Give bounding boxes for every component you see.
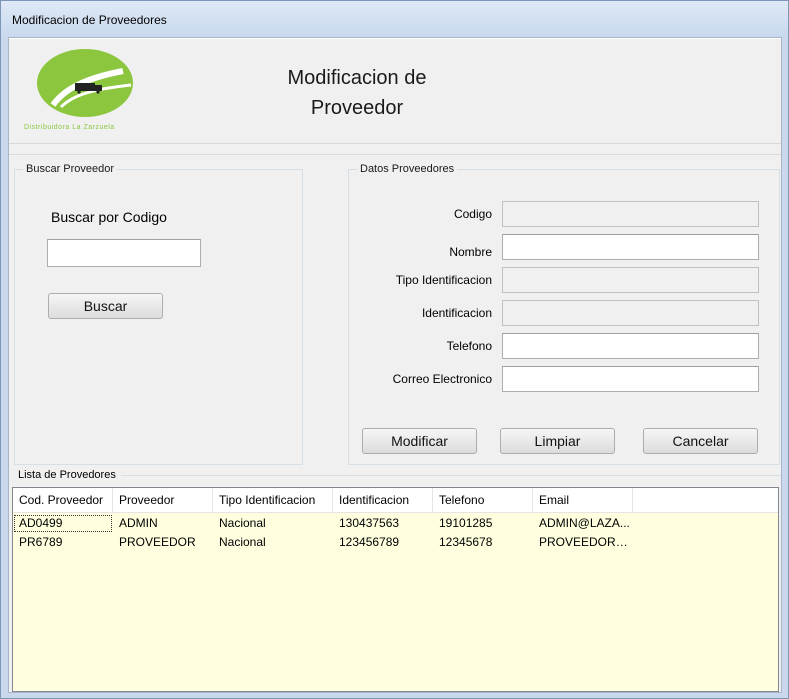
nombre-field[interactable]	[502, 234, 759, 260]
table-cell[interactable]: AD0499	[13, 514, 113, 533]
table-cell[interactable]: ADMIN	[113, 514, 213, 533]
table-cell[interactable]: Nacional	[213, 514, 333, 533]
identificacion-field	[502, 300, 759, 326]
table-cell[interactable]: 19101285	[433, 514, 533, 533]
table-cell[interactable]: Nacional	[213, 533, 333, 552]
search-code-input[interactable]	[47, 239, 201, 267]
details-group-legend: Datos Proveedores	[360, 163, 455, 175]
table-cell[interactable]: PROVEEDOR	[113, 533, 213, 552]
table-cell[interactable]: 12345678	[433, 533, 533, 552]
list-group-legend: Lista de Provedores	[18, 469, 116, 481]
nombre-label: Nombre	[449, 245, 492, 259]
identificacion-label: Identificacion	[421, 306, 492, 320]
column-header[interactable]: Email	[533, 488, 633, 512]
table-header: Cod. Proveedor Proveedor Tipo Identifica…	[13, 488, 778, 513]
title-bar[interactable]: Modificacion de Proveedores	[1, 1, 788, 37]
table-row[interactable]: PR6789 PROVEEDOR Nacional 123456789 1234…	[13, 533, 635, 552]
column-header[interactable]: Proveedor	[113, 488, 213, 512]
list-group-border	[121, 475, 781, 476]
search-group-legend: Buscar Proveedor	[26, 163, 115, 175]
search-button[interactable]: Buscar	[48, 293, 163, 319]
correo-label: Correo Electronico	[392, 372, 492, 386]
form-body: Distribuidora La Zarzuela Modificacion d…	[8, 37, 782, 693]
table-row[interactable]: AD0499 ADMIN Nacional 130437563 19101285…	[13, 514, 635, 533]
table-cell[interactable]: 123456789	[333, 533, 433, 552]
header-divider	[9, 154, 781, 155]
table-cell[interactable]: ADMIN@LAZA...	[533, 514, 633, 533]
telefono-label: Telefono	[446, 339, 492, 353]
search-group: Buscar Proveedor Buscar por Codigo Busca…	[14, 163, 303, 465]
logo-text: Distribuidora La Zarzuela	[24, 124, 115, 131]
page-title-line-2: Proveedor	[310, 97, 404, 119]
table-cell[interactable]: 130437563	[333, 514, 433, 533]
limpiar-button[interactable]: Limpiar	[500, 428, 615, 454]
correo-field[interactable]	[502, 366, 759, 392]
page-title-line-1: Modificacion de	[287, 67, 427, 89]
table-cell[interactable]: PROVEEDOR@...	[533, 533, 633, 552]
page-title: Modificacion de Proveedor	[257, 63, 457, 123]
column-header[interactable]: Telefono	[433, 488, 533, 512]
telefono-field[interactable]	[502, 333, 759, 359]
column-header[interactable]: Tipo Identificacion	[213, 488, 333, 512]
company-logo	[37, 49, 133, 117]
codigo-field	[502, 201, 759, 227]
table-cell[interactable]: PR6789	[13, 533, 113, 552]
column-header[interactable]: Cod. Proveedor	[13, 488, 113, 512]
suppliers-table[interactable]: Cod. Proveedor Proveedor Tipo Identifica…	[12, 487, 779, 692]
modificar-button[interactable]: Modificar	[362, 428, 477, 454]
search-prompt: Buscar por Codigo	[51, 209, 167, 225]
window: Modificacion de Proveedores Distribuidor…	[0, 0, 789, 699]
cancelar-button[interactable]: Cancelar	[643, 428, 758, 454]
column-header[interactable]: Identificacion	[333, 488, 433, 512]
form-header: Distribuidora La Zarzuela Modificacion d…	[9, 38, 781, 144]
tipo-identificacion-field	[502, 267, 759, 293]
supplier-details-group: Datos Proveedores Codigo Nombre Tipo Ide…	[348, 163, 780, 465]
tipo-identificacion-label: Tipo Identificacion	[395, 273, 492, 287]
window-title: Modificacion de Proveedores	[12, 13, 167, 27]
codigo-label: Codigo	[453, 207, 492, 221]
